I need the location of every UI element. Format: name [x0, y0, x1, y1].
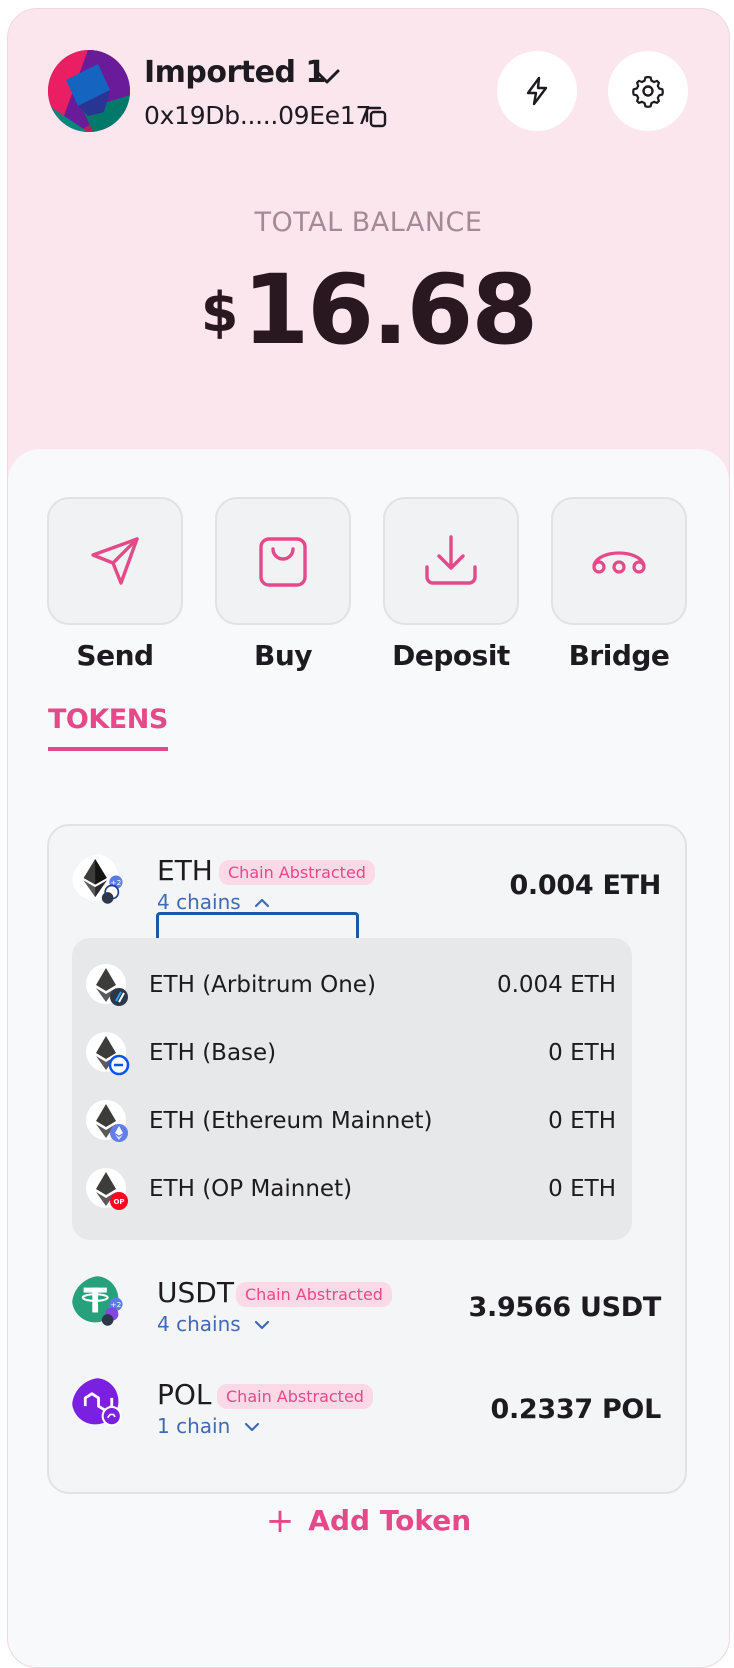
send-tile[interactable] — [47, 497, 183, 625]
bridge-label: Bridge — [568, 639, 670, 672]
token-row-eth[interactable]: +2 ETH Chain Abstracted 4 chains 0.004 E… — [49, 854, 685, 942]
gear-icon — [632, 75, 664, 108]
wallet-address: 0x19Db.....09Ee17 — [144, 101, 372, 130]
bridge-button[interactable]: Bridge — [551, 497, 687, 672]
deposit-label: Deposit — [392, 639, 510, 672]
deposit-tile[interactable] — [383, 497, 519, 625]
chains-count: 4 chains — [157, 890, 241, 914]
token-amount: 0.004 ETH — [509, 870, 661, 901]
deposit-button[interactable]: Deposit — [383, 497, 519, 672]
token-row-usdt[interactable]: +2 USDT Chain Abstracted 4 chains 3.9566… — [49, 1276, 685, 1356]
token-list: +2 ETH Chain Abstracted 4 chains 0.004 E… — [47, 824, 687, 1494]
account-header: Imported 1 0x19Db.....09Ee17 TOTAL BALAN… — [8, 9, 729, 449]
bridge-icon — [592, 551, 646, 574]
token-amount: 0.2337 POL — [490, 1394, 661, 1425]
add-token-button[interactable]: + Add Token — [8, 1501, 729, 1541]
copy-icon[interactable] — [362, 103, 390, 131]
chains-toggle[interactable]: 4 chains — [157, 890, 271, 914]
chain-abstracted-badge: Chain Abstracted — [236, 1282, 392, 1307]
chain-token-amount: 0 ETH — [548, 1040, 616, 1066]
quick-actions: Send Buy Deposit Bridge — [47, 497, 697, 677]
eth-token-icon: +2 — [72, 854, 123, 904]
eth-arbitrum-icon — [86, 964, 128, 1006]
pol-token-icon — [72, 1378, 122, 1427]
buy-label: Buy — [253, 639, 313, 672]
chain-token-name: ETH (OP Mainnet) — [149, 1176, 353, 1202]
token-amount: 3.9566 USDT — [468, 1292, 662, 1323]
eth-base-icon — [86, 1032, 130, 1076]
total-balance: $16.68 — [8, 254, 729, 366]
chains-count: 1 chain — [157, 1414, 231, 1438]
shopping-bag-icon — [259, 537, 307, 587]
balance-amount: 16.68 — [242, 254, 538, 366]
account-avatar[interactable] — [48, 50, 130, 132]
lightning-button[interactable] — [497, 51, 577, 131]
total-balance-label: TOTAL BALANCE — [254, 207, 483, 238]
chain-token-amount: 0.004 ETH — [496, 972, 616, 998]
svg-text:OP: OP — [113, 1198, 124, 1206]
chain-row-ethereum[interactable]: ETH (Ethereum Mainnet) 0 ETH — [72, 1100, 632, 1160]
download-icon — [425, 535, 477, 585]
send-label: Send — [76, 639, 154, 672]
plus-icon: + — [265, 1501, 295, 1541]
eth-optimism-icon: OP — [86, 1168, 128, 1210]
eth-chain-breakdown: ETH (Arbitrum One) 0.004 ETH ETH (Base) … — [72, 938, 632, 1240]
settings-button[interactable] — [608, 51, 688, 131]
token-symbol: ETH — [157, 854, 213, 887]
account-switch-chevron-icon[interactable] — [310, 61, 344, 91]
wallet-panel: Imported 1 0x19Db.....09Ee17 TOTAL BALAN… — [7, 8, 730, 1668]
token-symbol: USDT — [157, 1276, 234, 1309]
content-panel: Send Buy Deposit Bridge TOKENS +2 ETH Ch… — [8, 449, 729, 1667]
chevron-up-icon — [254, 898, 270, 908]
account-name[interactable]: Imported 1 — [144, 55, 326, 90]
add-token-label: Add Token — [308, 1504, 472, 1537]
bridge-tile[interactable] — [551, 497, 687, 625]
eth-mainnet-icon — [86, 1100, 128, 1142]
chain-abstracted-badge: Chain Abstracted — [219, 860, 375, 885]
send-icon — [91, 537, 139, 585]
chevron-down-icon — [244, 1422, 259, 1432]
buy-button[interactable]: Buy — [215, 497, 351, 672]
chain-token-amount: 0 ETH — [548, 1176, 616, 1202]
token-symbol: POL — [157, 1378, 212, 1411]
tab-tokens[interactable]: TOKENS — [48, 704, 168, 751]
token-row-pol[interactable]: POL Chain Abstracted 1 chain 0.2337 POL — [49, 1378, 685, 1458]
lightning-icon — [526, 76, 548, 106]
chain-token-amount: 0 ETH — [548, 1108, 616, 1134]
balance-currency: $ — [200, 281, 239, 344]
buy-tile[interactable] — [215, 497, 351, 625]
chain-token-name: ETH (Base) — [149, 1040, 277, 1066]
chevron-down-icon — [254, 1320, 270, 1330]
chain-abstracted-badge: Chain Abstracted — [217, 1384, 373, 1409]
chain-row-optimism[interactable]: OP ETH (OP Mainnet) 0 ETH — [72, 1168, 632, 1228]
send-button[interactable]: Send — [47, 497, 183, 672]
chain-token-name: ETH (Arbitrum One) — [149, 972, 376, 998]
usdt-token-icon: +2 — [72, 1276, 123, 1326]
chains-toggle[interactable]: 4 chains — [157, 1312, 271, 1336]
chain-row-base[interactable]: ETH (Base) 0 ETH — [72, 1032, 632, 1092]
chain-row-arbitrum[interactable]: ETH (Arbitrum One) 0.004 ETH — [72, 964, 632, 1024]
chains-toggle[interactable]: 1 chain — [157, 1414, 261, 1438]
chains-count: 4 chains — [157, 1312, 241, 1336]
chain-token-name: ETH (Ethereum Mainnet) — [149, 1108, 433, 1134]
